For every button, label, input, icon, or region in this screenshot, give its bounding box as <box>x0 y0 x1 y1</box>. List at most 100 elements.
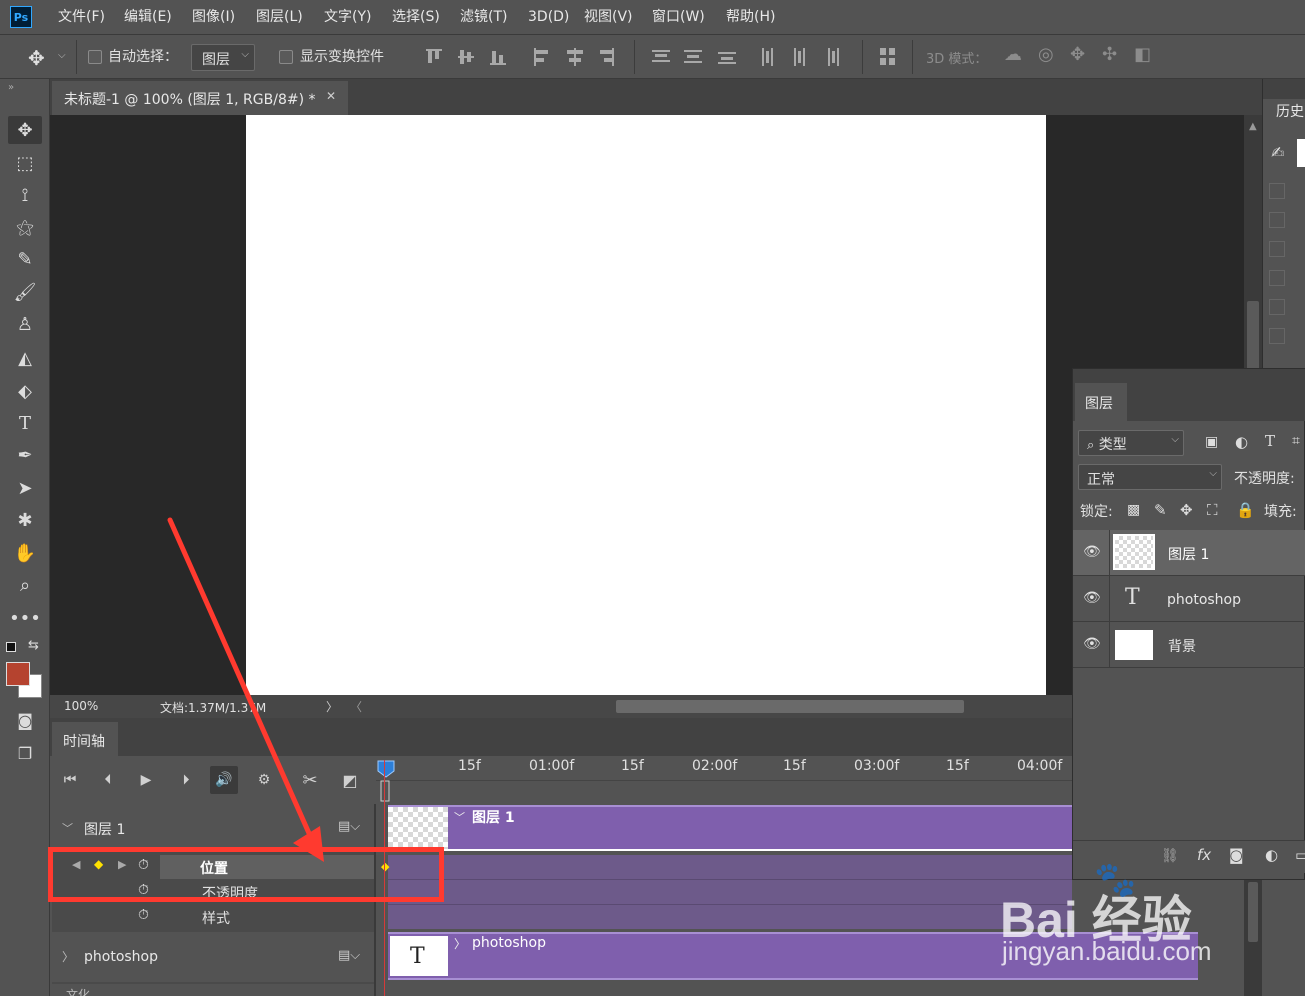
horizontal-scroll-thumb[interactable] <box>616 700 964 713</box>
lock-artboard-icon[interactable]: ⛶ <box>1207 501 1218 519</box>
scroll-left-icon[interactable]: 〈 <box>350 698 362 715</box>
layer-row[interactable]: 👁 图层 1 <box>1073 530 1305 576</box>
menu-window[interactable]: 窗口(W) <box>652 0 705 34</box>
menu-layer[interactable]: 图层(L) <box>256 0 303 34</box>
history-tab-label[interactable]: 历史 <box>1276 101 1304 121</box>
auto-select-checkbox[interactable] <box>88 50 102 64</box>
lock-all-icon[interactable]: 🔒 <box>1236 501 1255 519</box>
history-checkbox[interactable] <box>1269 183 1285 199</box>
brush-tool-icon[interactable]: 🖌 <box>8 278 42 306</box>
stopwatch-icon[interactable]: ⏱ <box>138 907 149 923</box>
lock-transparency-icon[interactable]: ▩ <box>1127 502 1140 518</box>
history-checkbox[interactable] <box>1269 270 1285 286</box>
move-tool-preset-icon[interactable]: ✥ <box>28 46 45 70</box>
chevron-down-icon[interactable]: ⌵ <box>58 50 66 61</box>
previous-frame-icon[interactable]: ⏴ <box>94 766 122 794</box>
screen-mode-icon[interactable]: ❐ <box>8 739 42 767</box>
timeline-tab[interactable]: 时间轴 <box>52 722 118 756</box>
transition-icon[interactable]: ◩ <box>336 766 364 794</box>
layer1-clip[interactable]: ﹀ 图层 1 <box>388 805 1072 851</box>
playhead-icon[interactable] <box>376 759 396 803</box>
history-checkbox[interactable] <box>1269 299 1285 315</box>
film-icon[interactable]: ▤⌵ <box>338 819 360 834</box>
fx-icon[interactable]: fx <box>1197 846 1211 864</box>
history-snapshot[interactable] <box>1297 139 1305 167</box>
eyedropper-tool-icon[interactable]: ✎ <box>8 245 42 273</box>
layers-panel-grip[interactable] <box>1073 369 1305 383</box>
magic-wand-tool-icon[interactable]: ⚝ <box>8 213 42 241</box>
3d-camera-icon[interactable]: ◧ <box>1134 44 1151 65</box>
blend-mode-dropdown[interactable]: 正常 ⌵ <box>1078 464 1222 490</box>
menu-view[interactable]: 视图(V) <box>584 0 633 34</box>
timeline-layer-row[interactable]: 〉 photoshop ▤⌵ <box>52 932 374 982</box>
menu-help[interactable]: 帮助(H) <box>726 0 775 34</box>
stamp-tool-icon[interactable]: ♙ <box>8 310 42 338</box>
default-colors-icon[interactable] <box>6 642 16 652</box>
3d-roll-icon[interactable]: ◎ <box>1038 44 1054 65</box>
history-brush-icon[interactable]: ✍ <box>1271 143 1284 162</box>
quick-mask-icon[interactable]: ◙ <box>8 706 42 734</box>
3d-slide-icon[interactable]: ✣ <box>1102 44 1117 65</box>
new-adjustment-icon[interactable]: ◐ <box>1265 846 1278 864</box>
show-transform-checkbox[interactable] <box>279 50 293 64</box>
auto-select-dropdown[interactable]: 图层 ⌵ <box>191 44 255 71</box>
menu-filter[interactable]: 滤镜(T) <box>460 0 507 34</box>
menu-type[interactable]: 文字(Y) <box>324 0 371 34</box>
menu-file[interactable]: 文件(F) <box>58 0 105 34</box>
document-canvas[interactable] <box>246 115 1046 695</box>
history-checkbox[interactable] <box>1269 241 1285 257</box>
visibility-eye-icon[interactable]: 👁 <box>1083 590 1101 606</box>
layer-row[interactable]: 👁 T photoshop <box>1073 576 1305 622</box>
go-to-first-frame-icon[interactable]: ⏮ <box>56 766 84 794</box>
property-row-style[interactable]: ⏱ 样式 <box>52 905 374 929</box>
3d-pan-icon[interactable]: ✥ <box>1070 44 1085 65</box>
collapse-chevron-icon[interactable]: 〉 <box>62 948 74 965</box>
visibility-eye-icon[interactable]: 👁 <box>1083 544 1101 560</box>
visibility-eye-icon[interactable]: 👁 <box>1083 636 1101 652</box>
3d-orbit-icon[interactable]: ☁ <box>1004 44 1022 65</box>
add-mask-icon[interactable]: ◙ <box>1229 846 1244 864</box>
zoom-tool-icon[interactable]: ⌕ <box>8 571 42 599</box>
more-tools-icon[interactable]: ••• <box>8 604 42 632</box>
lock-pixels-brush-icon[interactable]: ✎ <box>1154 501 1167 519</box>
layer-filter-dropdown[interactable]: ⌕ 类型 ⌵ <box>1078 430 1184 456</box>
history-checkbox[interactable] <box>1269 212 1285 228</box>
marquee-tool-icon[interactable]: ⬚ <box>8 149 42 177</box>
lasso-tool-icon[interactable]: ⟟ <box>8 181 42 209</box>
zoom-level[interactable]: 100% <box>64 699 98 713</box>
document-tab[interactable]: 未标题-1 @ 100% (图层 1, RGB/8#) * ✕ <box>52 81 348 115</box>
menu-3d[interactable]: 3D(D) <box>528 0 569 34</box>
swap-colors-icon[interactable]: ⇆ <box>28 638 39 653</box>
foreground-color-swatch[interactable] <box>6 662 30 686</box>
paint-bucket-tool-icon[interactable]: ⬖ <box>8 377 42 405</box>
menu-edit[interactable]: 编辑(E) <box>124 0 172 34</box>
pen-tool-icon[interactable]: ✒ <box>8 441 42 469</box>
scroll-up-icon[interactable]: ▲ <box>1249 121 1257 132</box>
collapse-arrows-icon[interactable]: » <box>8 82 14 93</box>
play-icon[interactable]: ▶ <box>132 766 160 794</box>
history-checkbox[interactable] <box>1269 328 1285 344</box>
path-selection-tool-icon[interactable]: ➤ <box>8 474 42 502</box>
distribute-spacing-icon[interactable] <box>878 46 898 68</box>
layers-tab[interactable]: 图层 <box>1075 383 1127 421</box>
filter-pixel-icon[interactable]: ▣ <box>1205 434 1218 450</box>
film-icon[interactable]: ▤⌵ <box>338 948 360 963</box>
new-group-icon[interactable]: ▭ <box>1295 846 1305 864</box>
filter-adjustment-icon[interactable]: ◐ <box>1235 433 1248 451</box>
eraser-tool-icon[interactable]: ◭ <box>8 344 42 372</box>
link-layers-icon[interactable]: ⛓ <box>1161 848 1179 864</box>
type-tool-icon[interactable]: T <box>8 409 42 437</box>
expand-chevron-icon[interactable]: ﹀ <box>62 820 73 836</box>
filter-shape-icon[interactable]: ⌗ <box>1292 433 1300 449</box>
close-icon[interactable]: ✕ <box>326 89 336 103</box>
lock-position-icon[interactable]: ✥ <box>1180 501 1193 519</box>
scroll-thumb[interactable] <box>1248 882 1258 942</box>
menu-select[interactable]: 选择(S) <box>392 0 440 34</box>
menu-image[interactable]: 图像(I) <box>192 0 235 34</box>
hand-tool-icon[interactable]: ✋ <box>8 539 42 567</box>
custom-shape-tool-icon[interactable]: ✱ <box>8 506 42 534</box>
move-tool-icon[interactable]: ✥ <box>8 116 42 144</box>
layer-row[interactable]: 👁 背景 <box>1073 622 1305 668</box>
timeline-vertical-scrollbar[interactable] <box>1244 880 1262 996</box>
filter-type-icon[interactable]: T <box>1265 432 1275 450</box>
